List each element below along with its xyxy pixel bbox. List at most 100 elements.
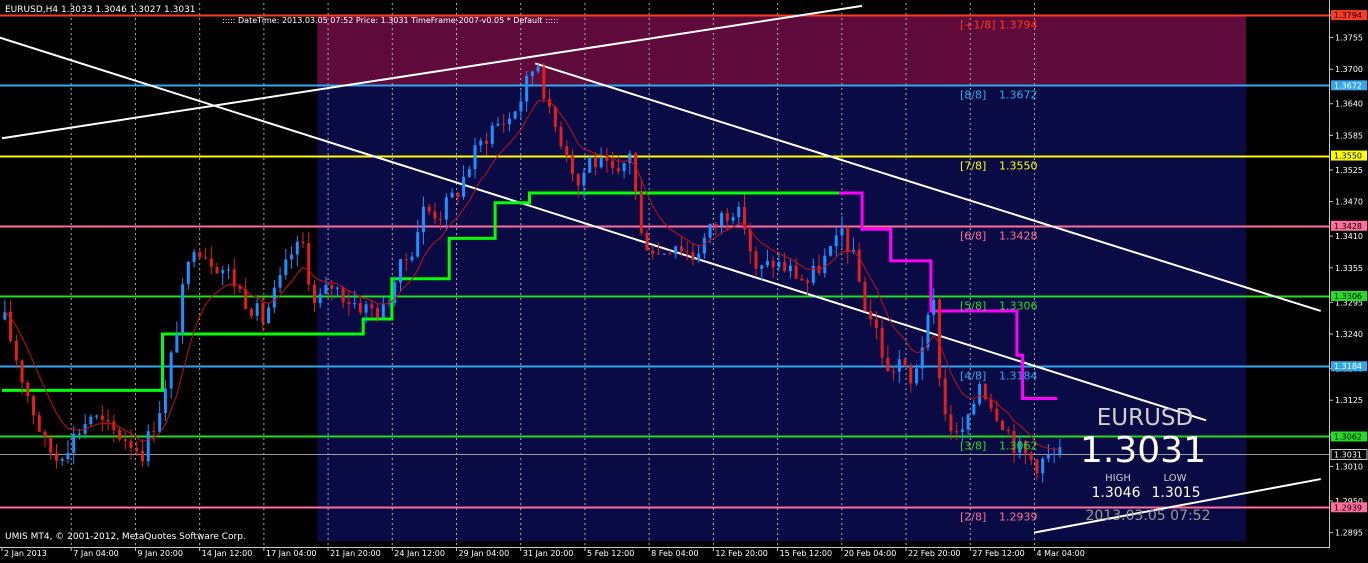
candle-body [937,299,941,379]
candle-body [559,126,563,147]
candle-body [198,251,202,258]
candle-body [536,66,540,72]
candle-body [140,451,144,462]
panel-symbol: EURUSD [1097,405,1194,431]
price-chart[interactable]: [+1/8] 1.3794[8/8] 1.3672[7/8] 1.3550[6/8] 1… [0,0,1368,559]
candle-body [513,111,517,119]
candle-body [307,243,311,285]
candle-body [582,172,586,186]
candle-body [599,157,603,168]
price-tick-label: 1.3470 [1335,198,1363,207]
high-value: 1.3046 [1092,485,1141,501]
candle-body [353,303,357,305]
candle-body [846,228,850,253]
candle-body [347,302,351,305]
candle-body [657,253,661,255]
candle-body [777,262,781,268]
candle-body [639,192,643,233]
candle-body [668,253,672,255]
candle-body [651,250,655,254]
time-tick-label: 17 Jan 04:00 [266,549,317,558]
time-tick-label: 5 Feb 12:00 [587,549,634,558]
candle-body [714,224,718,226]
time-tick-label: 31 Jan 20:00 [523,549,574,558]
candle-body [37,415,41,432]
candle-body [112,421,116,431]
candle-body [158,413,162,432]
candle-body [272,287,276,308]
candle-body [989,399,993,409]
candle-body [783,262,787,272]
price-tick-label: 1.2895 [1335,529,1363,538]
price-tick-label: 1.3700 [1335,65,1363,74]
level-price-tag-text: 1.3306 [1334,292,1362,301]
candle-body [221,270,225,274]
candle-body [674,246,678,254]
candle-body [519,101,523,112]
candle-body [32,396,36,416]
candle-body [708,224,712,238]
candle-body [295,241,299,255]
candle-body [702,237,706,254]
candle-body [800,278,804,281]
candle-body [616,168,620,172]
candle-body [874,319,878,328]
candle-body [204,257,208,259]
high-label: HIGH [1105,473,1131,484]
candle-body [794,265,798,279]
candle-body [186,261,190,285]
candle-body [507,118,511,125]
candle-body [685,251,689,253]
candle-body [106,419,110,422]
candle-body [462,176,466,197]
candle-body [433,211,437,219]
candle-body [788,265,792,272]
time-tick-label: 2 Jan 2013 [4,549,47,558]
candle-body [915,368,919,384]
candle-body [404,259,408,261]
murrey-level-value: 1.3184 [999,370,1038,383]
candle-body [255,303,259,316]
murrey-level-label: [2/8] [960,511,986,524]
level-price-tag-text: 1.3672 [1334,81,1362,90]
candle-body [100,415,104,420]
candle-body [26,382,30,397]
copyright-text: UMIS MT4, © 2001-2012, MetaQuotes Softwa… [5,532,246,542]
candle-body [622,162,626,172]
level-price-tag-text: 1.3062 [1334,432,1362,441]
info-line: ::::: DateTime: 2013.03.05 07:52 Price: … [222,16,559,25]
candle-body [118,430,122,440]
candle-body [1058,447,1062,454]
current-price-tag-text: 1.3031 [1334,451,1362,460]
candle-body [593,157,597,168]
candle-body [249,308,253,316]
candle-body [244,289,248,309]
murrey-level-label: [8/8] [960,89,986,102]
candle-body [748,229,752,252]
candle-body [444,197,448,220]
candle-body [335,287,339,289]
candle-body [490,125,494,144]
candle-body [467,169,471,177]
candle-body [662,253,666,255]
candle-body [1035,459,1039,474]
candle-body [960,429,964,432]
candle-body [1001,420,1005,431]
candle-body [278,275,282,288]
candle-body [358,303,362,313]
panel-datetime: 2013.03.05 07:52 [1086,508,1211,524]
candle-body [995,408,999,421]
candle-body [697,253,701,261]
time-tick-label: 24 Jan 12:00 [394,549,445,558]
candle-body [679,246,683,252]
candle-body [175,334,179,353]
price-tick-label: 1.3240 [1335,330,1363,339]
price-tick-label: 1.3125 [1335,396,1363,405]
low-value: 1.3015 [1152,485,1201,501]
murrey-level-label: [6/8] [960,230,986,243]
candle-body [731,217,735,221]
candle-body [232,269,236,287]
level-price-tag-text: 1.2939 [1334,503,1362,512]
candle-body [542,66,546,99]
candle-body [765,260,769,266]
